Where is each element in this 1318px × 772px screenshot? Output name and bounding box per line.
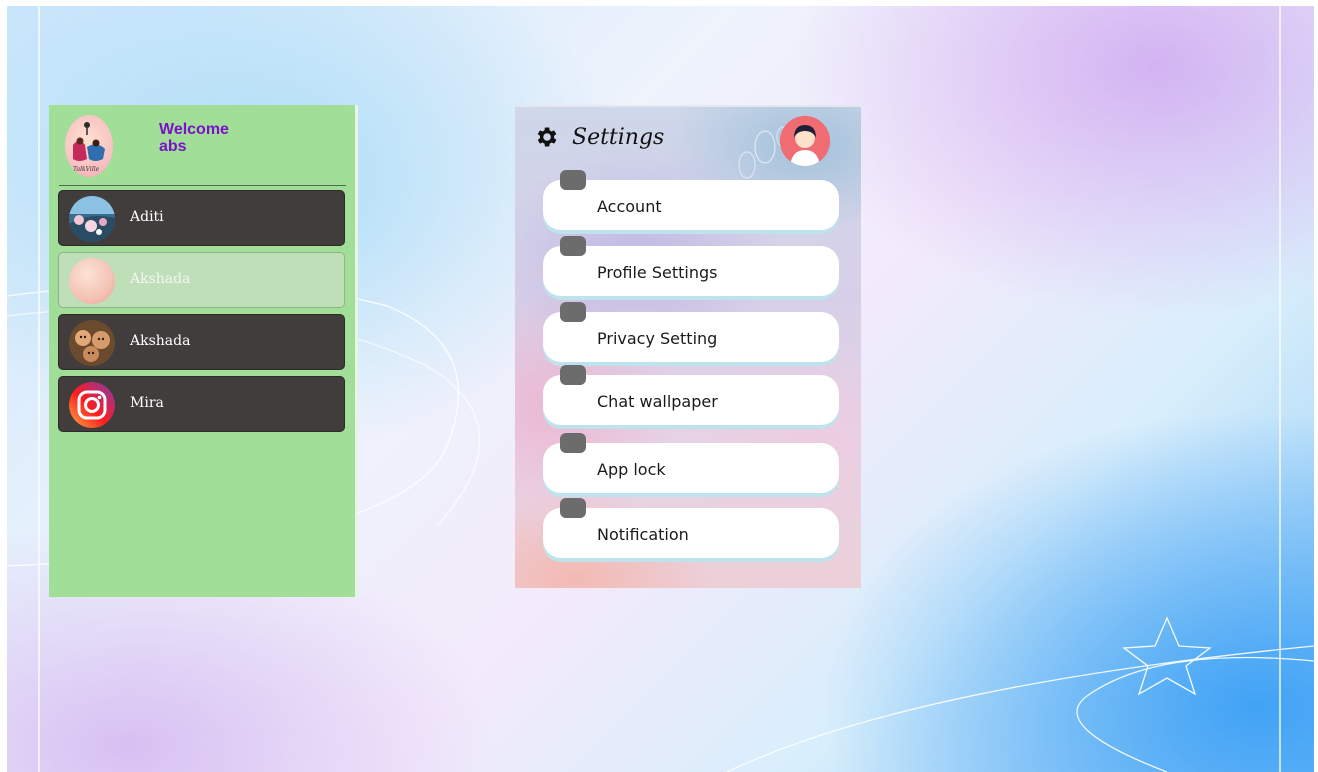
contact-list: Aditi Akshada Akshada Mira — [58, 190, 345, 438]
contact-name: Akshada — [130, 333, 191, 349]
profile-icon — [560, 236, 586, 256]
profile-header: TalkVille Welcome abs — [49, 105, 355, 185]
settings-item-app-lock[interactable]: App lock — [543, 433, 839, 493]
account-icon — [560, 170, 586, 190]
app-logo-text: TalkVille — [73, 166, 100, 173]
username-line: abs — [159, 138, 187, 155]
notification-icon — [560, 498, 586, 518]
peach-gradient-icon — [69, 258, 115, 304]
blossom-photo-icon — [69, 196, 115, 242]
contact-name: Aditi — [130, 209, 164, 225]
app-logo-art: TalkVille — [73, 122, 105, 173]
gear-icon — [537, 127, 557, 147]
settings-item-label: Privacy Setting — [597, 329, 718, 348]
privacy-icon — [560, 302, 586, 322]
header-divider — [59, 185, 346, 186]
user-avatar-icon[interactable] — [780, 116, 830, 166]
welcome-line: Welcome — [159, 121, 229, 138]
settings-item-label: Profile Settings — [597, 263, 718, 282]
contact-item-akshada[interactable]: Akshada — [58, 314, 345, 370]
contact-item-akshada-active[interactable]: Akshada — [58, 252, 345, 308]
contact-name: Mira — [130, 395, 164, 411]
settings-panel: Settings Account Profile Settings Privac… — [515, 105, 861, 588]
settings-item-label: App lock — [597, 460, 666, 479]
settings-item-privacy-setting[interactable]: Privacy Setting — [543, 302, 839, 362]
settings-item-profile-settings[interactable]: Profile Settings — [543, 236, 839, 296]
settings-item-label: Notification — [597, 525, 689, 544]
settings-item-chat-wallpaper[interactable]: Chat wallpaper — [543, 365, 839, 425]
lock-icon — [560, 433, 586, 453]
settings-item-notification[interactable]: Notification — [543, 498, 839, 558]
kids-photo-icon — [69, 320, 115, 366]
instagram-icon — [69, 382, 115, 428]
chat-list-panel: TalkVille Welcome abs Aditi Akshada Aksh… — [49, 105, 355, 597]
settings-header: Settings — [533, 117, 664, 157]
contact-item-mira[interactable]: Mira — [58, 376, 345, 432]
wallpaper-icon — [560, 365, 586, 385]
app-logo: TalkVille — [65, 115, 113, 177]
contact-item-aditi[interactable]: Aditi — [58, 190, 345, 246]
contact-name: Akshada — [130, 271, 191, 287]
settings-item-label: Account — [597, 197, 662, 216]
settings-item-label: Chat wallpaper — [597, 392, 718, 411]
settings-title: Settings — [572, 124, 665, 150]
welcome-text: Welcome abs — [159, 121, 229, 155]
settings-item-account[interactable]: Account — [543, 170, 839, 230]
